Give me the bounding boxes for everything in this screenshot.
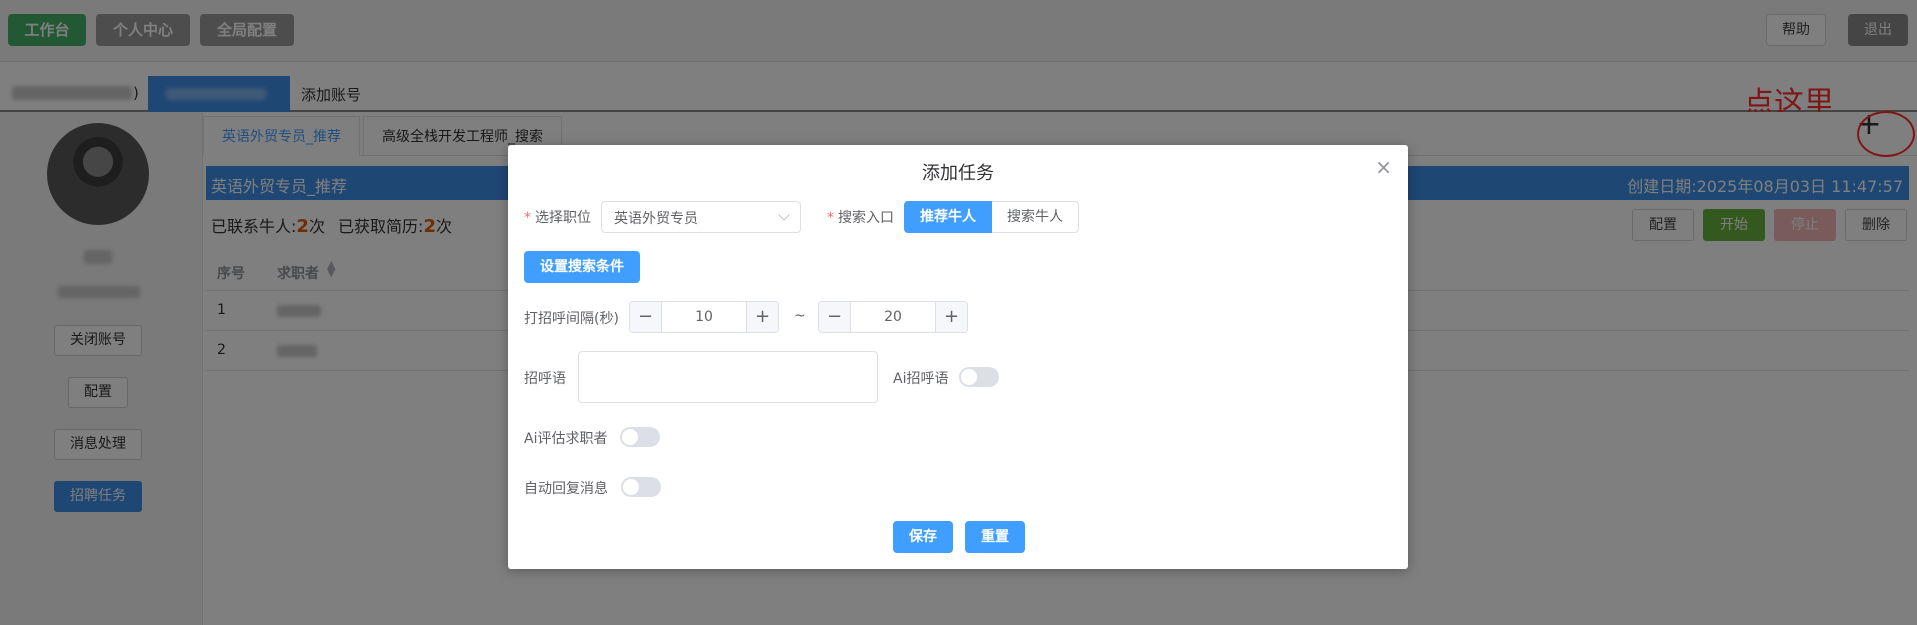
interval-max-stepper[interactable]: − 20 + — [818, 301, 968, 333]
ai-eval-label: Ai评估求职者 — [524, 431, 608, 447]
greeting-label: 招呼语 — [524, 371, 566, 387]
search-talent-toggle[interactable]: 搜索牛人 — [992, 201, 1079, 233]
auto-reply-switch[interactable] — [621, 477, 661, 497]
greeting-textarea[interactable] — [578, 351, 878, 403]
plus-icon[interactable]: + — [746, 302, 778, 332]
plus-icon[interactable]: + — [935, 302, 967, 332]
set-search-conditions-button[interactable]: 设置搜索条件 — [524, 251, 640, 283]
position-label: * 选择职位 — [524, 210, 591, 226]
ai-greeting-label: Ai招呼语 — [893, 371, 949, 387]
search-entry-label: * 搜索入口 — [827, 210, 894, 226]
dialog-title: 添加任务 — [922, 163, 994, 184]
close-icon[interactable]: × — [1375, 155, 1392, 179]
range-separator: ~ — [794, 308, 806, 324]
auto-reply-label: 自动回复消息 — [524, 481, 608, 497]
reset-button[interactable]: 重置 — [965, 521, 1025, 553]
add-task-dialog: 添加任务 × * 选择职位 英语外贸专员 * 搜索入口 推荐牛人 搜索牛人 设置搜索… — [508, 145, 1408, 569]
position-select[interactable]: 英语外贸专员 — [601, 201, 801, 233]
ai-greeting-switch[interactable] — [959, 367, 999, 387]
interval-min-value[interactable]: 10 — [662, 302, 746, 332]
position-select-value: 英语外贸专员 — [614, 211, 698, 227]
interval-max-value[interactable]: 20 — [851, 302, 935, 332]
save-button[interactable]: 保存 — [893, 521, 953, 553]
interval-min-stepper[interactable]: − 10 + — [629, 301, 779, 333]
interval-label: 打招呼间隔(秒) — [524, 311, 619, 327]
ai-eval-switch[interactable] — [620, 427, 660, 447]
minus-icon[interactable]: − — [630, 302, 662, 332]
minus-icon[interactable]: − — [819, 302, 851, 332]
chevron-down-icon — [778, 209, 790, 221]
recommend-talent-toggle[interactable]: 推荐牛人 — [904, 201, 992, 233]
